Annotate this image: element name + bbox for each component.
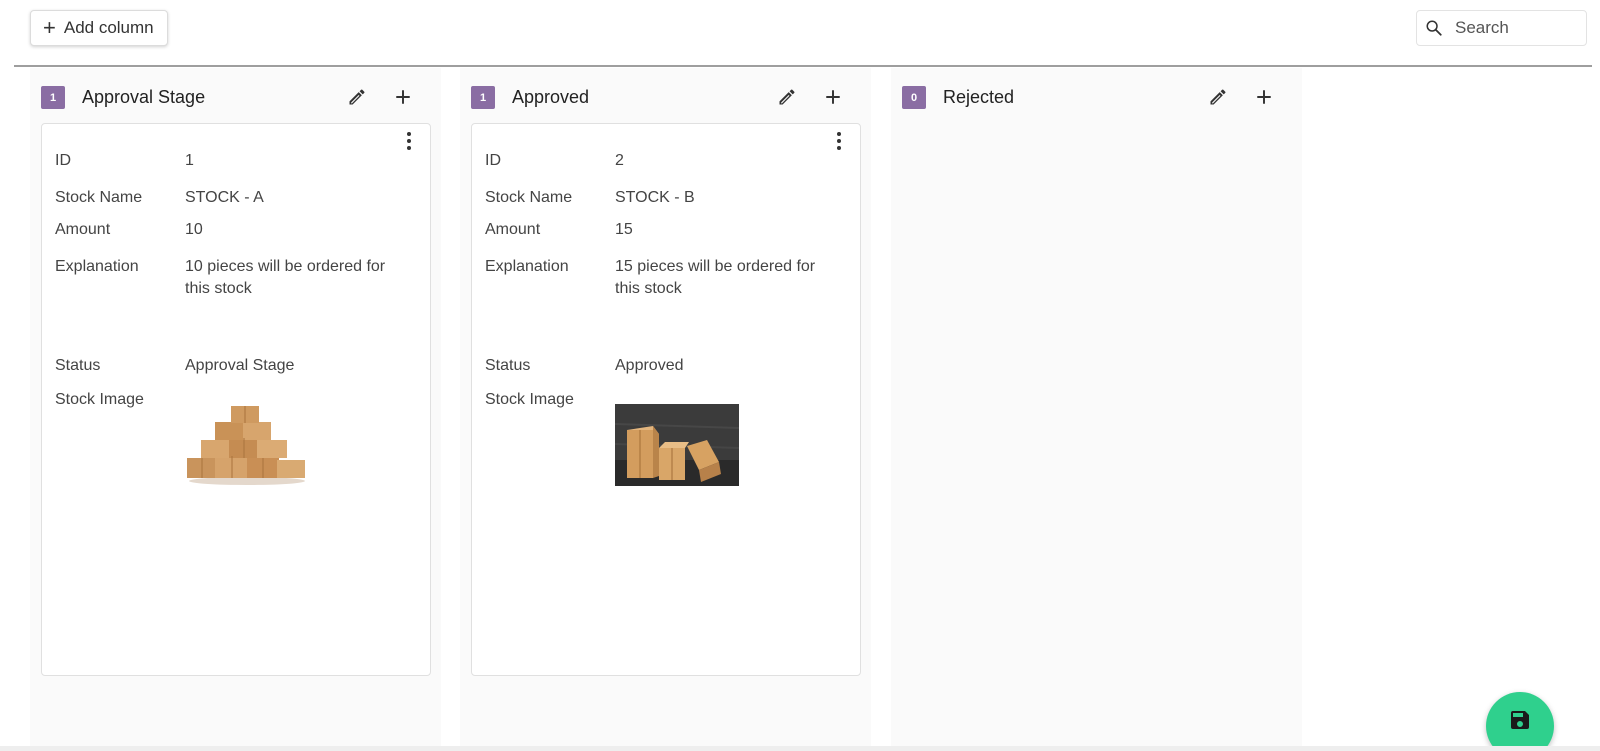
column-header: 1 Approved (460, 68, 871, 124)
field-value-stock-name: STOCK - A (185, 189, 264, 206)
column-title: Rejected (943, 87, 1015, 107)
field-label-stock-image: Stock Image (485, 391, 574, 408)
field-value-amount: 15 (615, 221, 633, 238)
add-column-label: Add column (63, 18, 154, 37)
field-value-id: 2 (615, 152, 624, 169)
field-label-amount: Amount (485, 221, 541, 238)
field-label-amount: Amount (55, 221, 111, 238)
field-value-status: Approval Stage (185, 357, 295, 374)
plus-icon (826, 90, 840, 104)
field-label-status: Status (485, 357, 531, 374)
more-vertical-icon[interactable] (401, 130, 417, 152)
column-title: Approved (512, 87, 590, 107)
column-count-badge: 1 (471, 86, 495, 109)
field-value-status: Approved (615, 357, 684, 374)
column-header: 1 Approval Stage (30, 68, 441, 124)
field-label-stock-image: Stock Image (55, 391, 144, 408)
stock-card[interactable]: ID 2 Stock Name STOCK - B Amount 15 Expl… (471, 123, 861, 676)
add-card-button[interactable] (820, 84, 846, 110)
field-value-amount: 10 (185, 221, 203, 238)
stock-image (187, 406, 305, 485)
edit-column-button[interactable] (344, 84, 370, 110)
edit-column-button[interactable] (774, 84, 800, 110)
more-vertical-icon[interactable] (831, 130, 847, 152)
field-value-stock-name: STOCK - B (615, 189, 695, 206)
field-label-stock-name: Stock Name (55, 189, 143, 206)
pencil-icon (779, 89, 795, 105)
toolbar-divider (14, 65, 1592, 67)
plus-icon (396, 90, 410, 104)
add-card-button[interactable] (390, 84, 416, 110)
add-card-button[interactable] (1251, 84, 1277, 110)
column-rejected: 0 Rejected (891, 68, 1302, 751)
search-icon (1426, 20, 1442, 36)
toolbar: + Add column (0, 0, 1600, 66)
column-approval-stage: 1 Approval Stage ID 1 Stock Name STOCK -… (30, 68, 441, 751)
save-button[interactable] (1486, 692, 1554, 751)
field-label-id: ID (55, 152, 71, 169)
field-value-explanation: 15 pieces will be ordered for this stock (615, 258, 816, 297)
field-label-explanation: Explanation (485, 258, 569, 275)
edit-column-button[interactable] (1205, 84, 1231, 110)
column-count-badge: 1 (41, 86, 65, 109)
column-approved: 1 Approved ID 2 Stock Name STOCK - B Amo… (460, 68, 871, 751)
stock-image (615, 404, 739, 486)
field-value-id: 1 (185, 152, 194, 169)
field-label-explanation: Explanation (55, 258, 139, 275)
field-label-stock-name: Stock Name (485, 189, 573, 206)
search-input[interactable] (1455, 18, 1575, 38)
bottom-scrollbar (0, 746, 1600, 751)
pencil-icon (349, 89, 365, 105)
column-count-badge: 0 (902, 86, 926, 109)
stock-card[interactable]: ID 1 Stock Name STOCK - A Amount 10 Expl… (41, 123, 431, 676)
column-header: 0 Rejected (891, 68, 1302, 124)
field-value-explanation: 10 pieces will be ordered for this stock (185, 258, 386, 297)
field-label-id: ID (485, 152, 501, 169)
field-label-status: Status (55, 357, 101, 374)
plus-icon: + (43, 15, 56, 40)
floppy-disk-icon (1511, 711, 1529, 729)
add-column-button[interactable]: + Add column (30, 10, 168, 46)
plus-icon (1257, 90, 1271, 104)
search-box[interactable] (1416, 10, 1587, 46)
column-title: Approval Stage (82, 87, 206, 107)
pencil-icon (1210, 89, 1226, 105)
